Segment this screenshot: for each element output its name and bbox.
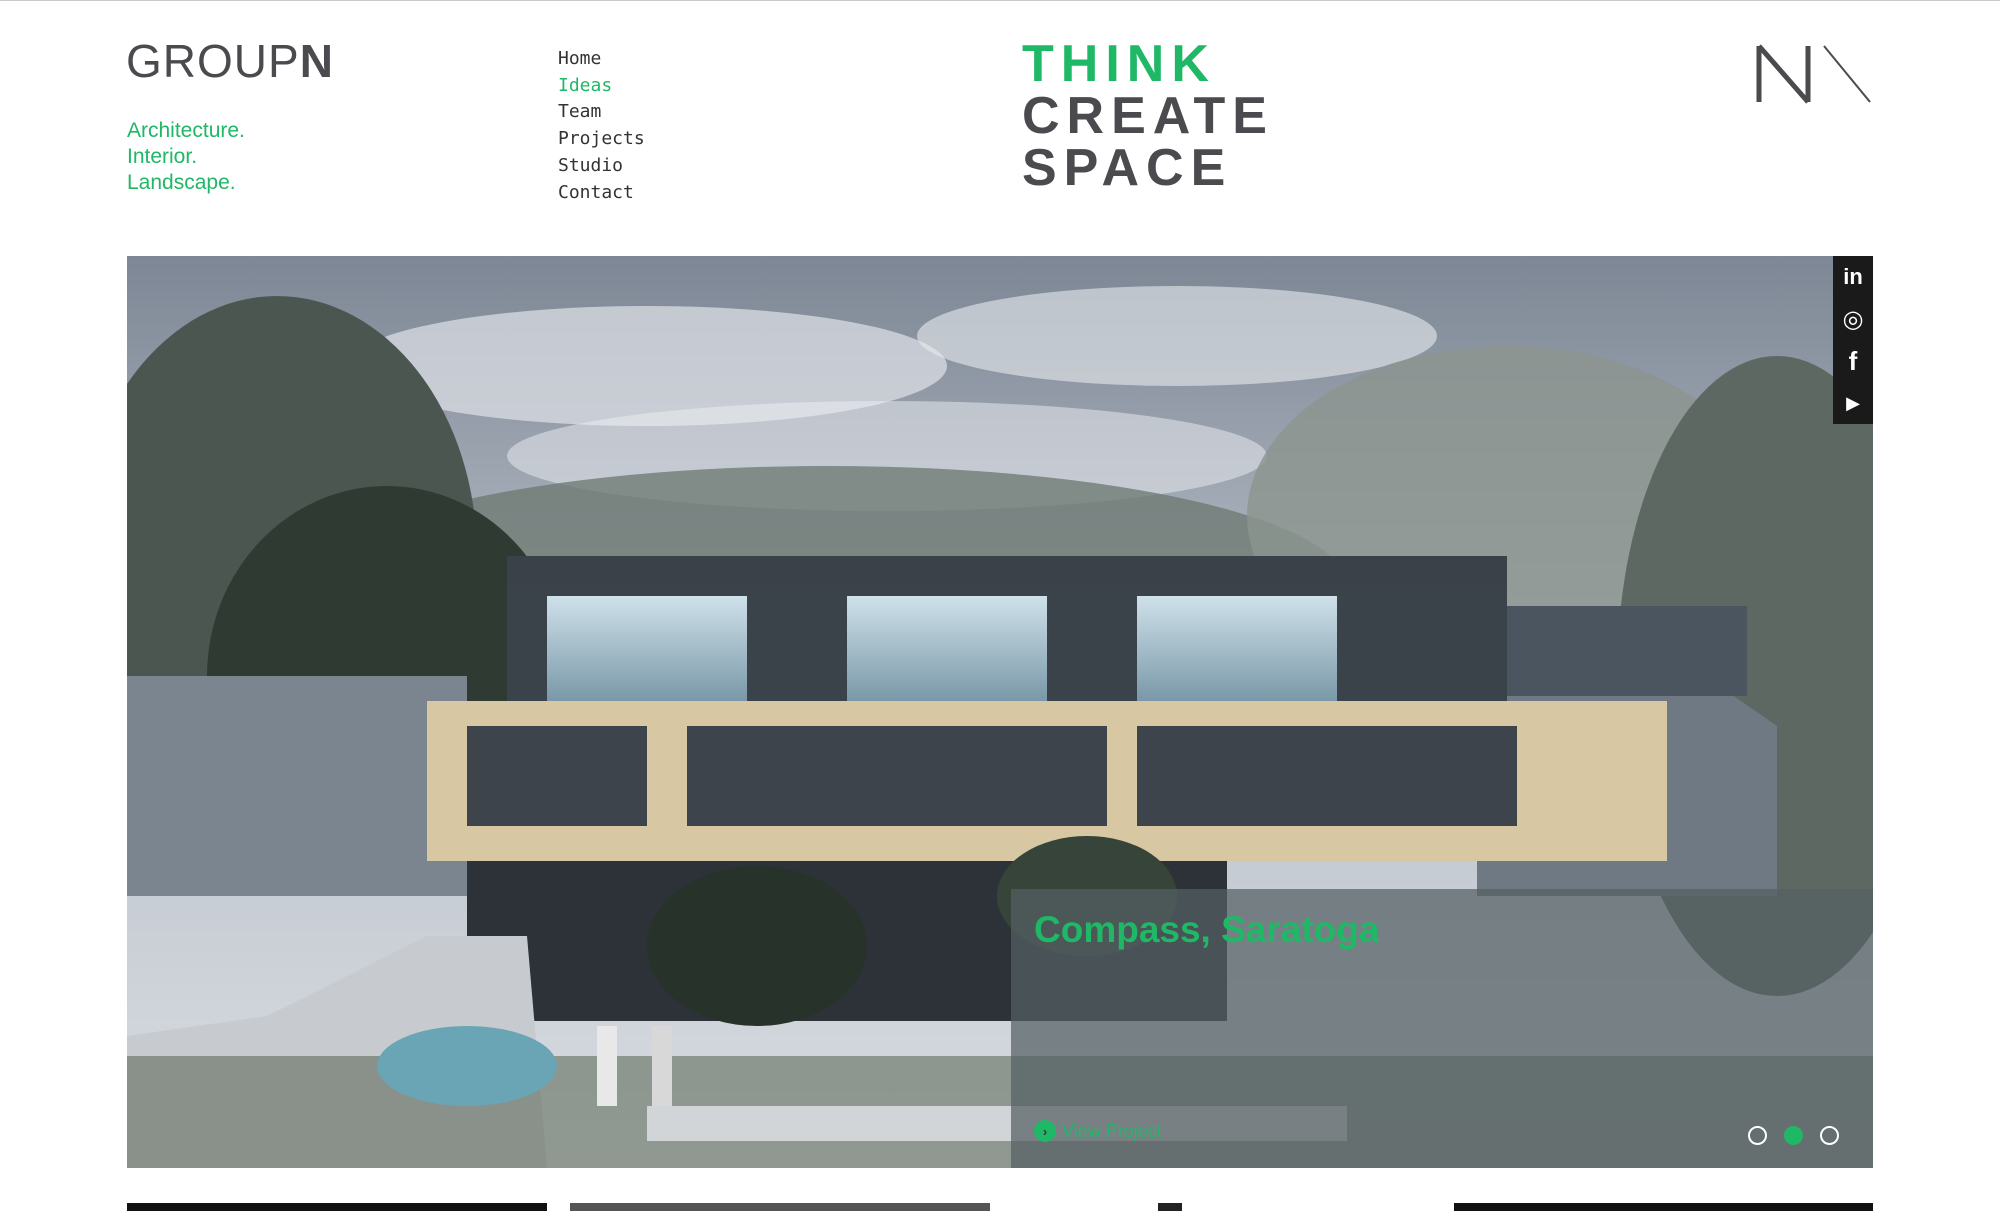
project-thumbnail[interactable]: [570, 1203, 990, 1211]
main-nav: Home Ideas Team Projects Studio Contact: [558, 46, 645, 206]
instagram-label: ◎: [1842, 305, 1864, 333]
hero-slider[interactable]: Compass, Saratoga › View Project: [127, 256, 1873, 1168]
logo-bold-text: N: [299, 35, 334, 87]
headline-think: THINK: [1022, 35, 1216, 93]
nav-studio[interactable]: Studio: [558, 153, 645, 180]
headline: THINK CREATE SPACE: [1022, 38, 1274, 194]
slider-dot-1[interactable]: [1748, 1126, 1767, 1145]
linkedin-icon[interactable]: in: [1833, 256, 1873, 298]
project-caption: Compass, Saratoga › View Project: [1011, 889, 1873, 1168]
facebook-icon[interactable]: f: [1833, 340, 1873, 382]
slider-dots: [1748, 1126, 1839, 1145]
tagline-line: Landscape.: [127, 171, 236, 194]
project-thumbnail[interactable]: [127, 1203, 547, 1211]
view-project-link[interactable]: › View Project: [1034, 1120, 1162, 1142]
project-thumbnail[interactable]: [1454, 1203, 1873, 1211]
tagline-line: Interior.: [127, 145, 198, 168]
nav-team[interactable]: Team: [558, 99, 645, 126]
slider-dot-3[interactable]: [1820, 1126, 1839, 1145]
tagline-line: Architecture.: [127, 119, 245, 142]
nav-home[interactable]: Home: [558, 46, 645, 73]
slider-dot-2[interactable]: [1784, 1126, 1803, 1145]
tagline: Architecture. Interior. Landscape.: [127, 118, 427, 196]
project-title[interactable]: Compass, Saratoga: [1034, 909, 1379, 951]
view-project-label: View Project: [1062, 1120, 1162, 1141]
headline-space: SPACE: [1022, 139, 1233, 197]
nav-ideas[interactable]: Ideas: [558, 73, 645, 100]
logo-light-text: GROUP: [126, 35, 300, 87]
facebook-label: f: [1848, 345, 1858, 376]
groupn-logo[interactable]: GROUPN: [126, 34, 334, 88]
brand-n-mark-icon[interactable]: [1756, 44, 1872, 104]
linkedin-label: in: [1843, 264, 1863, 289]
project-thumbnail[interactable]: [1158, 1203, 1182, 1211]
instagram-icon[interactable]: ◎: [1833, 298, 1873, 340]
nav-contact[interactable]: Contact: [558, 180, 645, 207]
youtube-label: ▶: [1846, 392, 1860, 413]
youtube-icon[interactable]: ▶: [1833, 382, 1873, 424]
social-links: in ◎ f ▶: [1833, 256, 1873, 424]
top-divider: [0, 0, 2000, 1]
headline-create: CREATE: [1022, 87, 1274, 145]
nav-projects[interactable]: Projects: [558, 126, 645, 153]
arrow-right-icon: ›: [1034, 1120, 1056, 1142]
